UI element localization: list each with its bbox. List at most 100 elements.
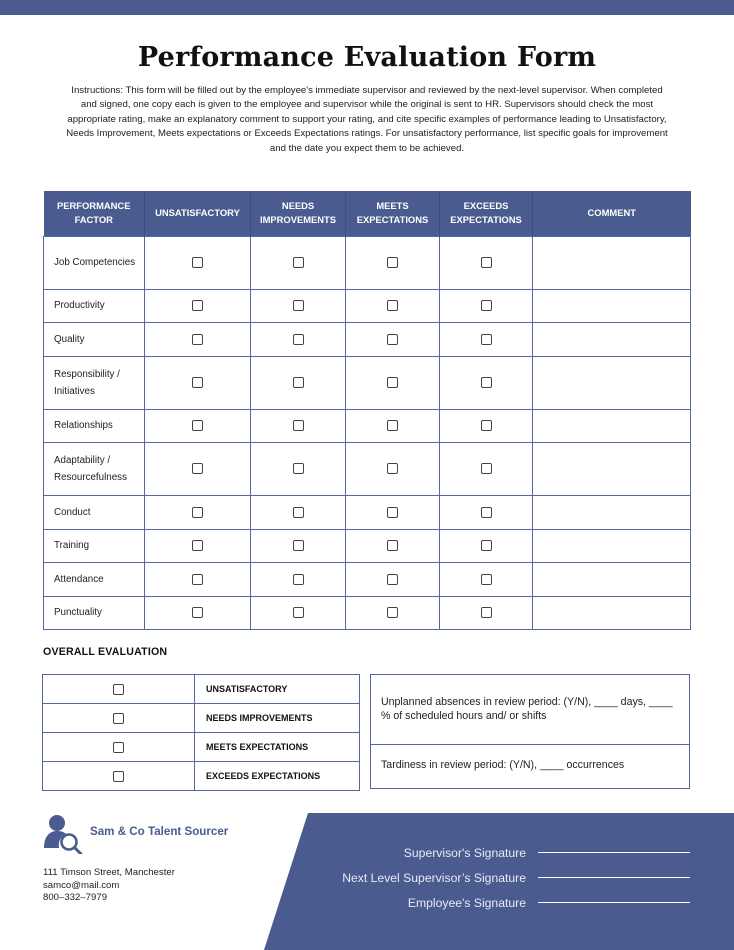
header-meets-expectations: MEETS EXPECTATIONS <box>345 191 440 236</box>
signature-line[interactable] <box>538 851 690 854</box>
company-contact: 111 Timson Street, Manchester samco@mail… <box>43 867 175 905</box>
checkbox-meets-expectations[interactable] <box>387 300 398 312</box>
checkbox-needs-improvements[interactable] <box>292 573 304 585</box>
comment-cell[interactable] <box>532 322 691 357</box>
performance-factor-label: Attendance <box>43 562 145 597</box>
checkbox-needs-improvements[interactable] <box>292 376 304 388</box>
checkbox-meets-expectations[interactable] <box>387 607 398 619</box>
overall-checkbox[interactable] <box>113 741 124 753</box>
table-header-row: PERFORMANCE FACTOR UNSATISFACTORY NEEDS … <box>43 191 691 236</box>
checkbox-unsatisfactory[interactable] <box>192 420 203 432</box>
checkbox-exceeds-expectations[interactable] <box>480 540 492 552</box>
checkbox-needs-improvements[interactable] <box>292 300 304 312</box>
checkbox-unsatisfactory[interactable] <box>192 506 203 518</box>
performance-factor-label: Relationships <box>43 408 145 443</box>
comment-cell[interactable] <box>532 235 691 290</box>
comment-cell[interactable] <box>532 355 691 410</box>
checkbox-meets-expectations[interactable] <box>387 376 398 388</box>
checkbox-meets-expectations[interactable] <box>387 540 398 552</box>
checkbox-meets-expectations[interactable] <box>387 573 398 585</box>
checkbox-meets-expectations[interactable] <box>387 420 398 432</box>
checkbox-exceeds-expectations[interactable] <box>480 256 492 268</box>
table-row: Quality <box>43 322 691 357</box>
comment-cell[interactable] <box>532 595 691 630</box>
overall-checkbox[interactable] <box>113 770 124 782</box>
checkbox-needs-improvements[interactable] <box>292 420 304 432</box>
checkbox-unsatisfactory[interactable] <box>192 376 203 388</box>
table-row: Training <box>43 528 691 563</box>
overall-option-label: EXCEEDS EXPECTATIONS <box>194 761 360 791</box>
comment-cell[interactable] <box>532 442 691 496</box>
rating-cell-unsatisfactory <box>144 562 251 597</box>
rating-cell-exceeds-expectations <box>439 288 533 323</box>
checkbox-needs-improvements[interactable] <box>292 256 304 268</box>
checkbox-unsatisfactory[interactable] <box>192 463 203 475</box>
company-email: samco@mail.com <box>43 879 120 891</box>
rating-cell-exceeds-expectations <box>439 528 533 563</box>
table-row: Responsibility / Initiatives <box>43 355 691 410</box>
rating-cell-needs-improvements <box>250 355 346 410</box>
rating-cell-meets-expectations <box>345 408 440 443</box>
rating-cell-unsatisfactory <box>144 495 251 530</box>
checkbox-unsatisfactory[interactable] <box>192 540 203 552</box>
comment-cell[interactable] <box>532 562 691 597</box>
checkbox-needs-improvements[interactable] <box>292 463 304 475</box>
checkbox-unsatisfactory[interactable] <box>192 300 203 312</box>
checkbox-needs-improvements[interactable] <box>292 333 304 345</box>
checkbox-needs-improvements[interactable] <box>292 607 304 619</box>
tardiness-text[interactable]: Tardiness in review period: (Y/N), ____ … <box>371 745 689 771</box>
rating-cell-unsatisfactory <box>144 408 251 443</box>
overall-option-row: NEEDS IMPROVEMENTS <box>42 703 360 733</box>
checkbox-meets-expectations[interactable] <box>387 463 398 475</box>
checkbox-meets-expectations[interactable] <box>387 506 398 518</box>
table-row: Relationships <box>43 408 691 443</box>
checkbox-needs-improvements[interactable] <box>292 540 304 552</box>
table-row: Conduct <box>43 495 691 530</box>
rating-cell-unsatisfactory <box>144 442 251 496</box>
user-search-icon <box>44 815 83 854</box>
header-unsatisfactory: UNSATISFACTORY <box>144 191 251 236</box>
checkbox-exceeds-expectations[interactable] <box>480 573 492 585</box>
comment-cell[interactable] <box>532 288 691 323</box>
rating-cell-exceeds-expectations <box>439 355 533 410</box>
rating-cell-needs-improvements <box>250 562 346 597</box>
overall-checkbox-cell <box>42 761 195 791</box>
checkbox-exceeds-expectations[interactable] <box>480 300 492 312</box>
overall-checkbox[interactable] <box>113 712 124 724</box>
checkbox-needs-improvements[interactable] <box>292 506 304 518</box>
checkbox-exceeds-expectations[interactable] <box>480 333 492 345</box>
header-comment: COMMENT <box>532 191 691 236</box>
performance-factor-label: Conduct <box>43 495 145 530</box>
checkbox-exceeds-expectations[interactable] <box>480 376 492 388</box>
checkbox-meets-expectations[interactable] <box>387 333 398 345</box>
rating-cell-needs-improvements <box>250 528 346 563</box>
checkbox-exceeds-expectations[interactable] <box>480 506 492 518</box>
signature-line[interactable] <box>538 876 690 879</box>
signature-row: Supervisor's Signature <box>300 840 700 865</box>
checkbox-exceeds-expectations[interactable] <box>480 420 492 432</box>
rating-cell-needs-improvements <box>250 408 346 443</box>
header-performance-factor: PERFORMANCE FACTOR <box>43 191 145 236</box>
comment-cell[interactable] <box>532 495 691 530</box>
overall-checkbox[interactable] <box>113 683 124 695</box>
rating-cell-unsatisfactory <box>144 322 251 357</box>
unplanned-absences-text[interactable]: Unplanned absences in review period: (Y/… <box>371 675 689 745</box>
checkbox-unsatisfactory[interactable] <box>192 256 203 268</box>
checkbox-meets-expectations[interactable] <box>387 256 398 268</box>
signature-line[interactable] <box>538 901 690 904</box>
performance-factor-label: Productivity <box>43 288 145 323</box>
attendance-summary-box: Unplanned absences in review period: (Y/… <box>370 674 690 789</box>
comment-cell[interactable] <box>532 408 691 443</box>
checkbox-unsatisfactory[interactable] <box>192 333 203 345</box>
rating-cell-meets-expectations <box>345 495 440 530</box>
rating-cell-meets-expectations <box>345 288 440 323</box>
rating-cell-needs-improvements <box>250 595 346 630</box>
comment-cell[interactable] <box>532 528 691 563</box>
performance-factor-label: Training <box>43 528 145 563</box>
checkbox-exceeds-expectations[interactable] <box>480 607 492 619</box>
rating-cell-meets-expectations <box>345 442 440 496</box>
checkbox-unsatisfactory[interactable] <box>192 573 203 585</box>
checkbox-exceeds-expectations[interactable] <box>480 463 492 475</box>
overall-option-label: UNSATISFACTORY <box>194 674 360 704</box>
checkbox-unsatisfactory[interactable] <box>192 607 203 619</box>
